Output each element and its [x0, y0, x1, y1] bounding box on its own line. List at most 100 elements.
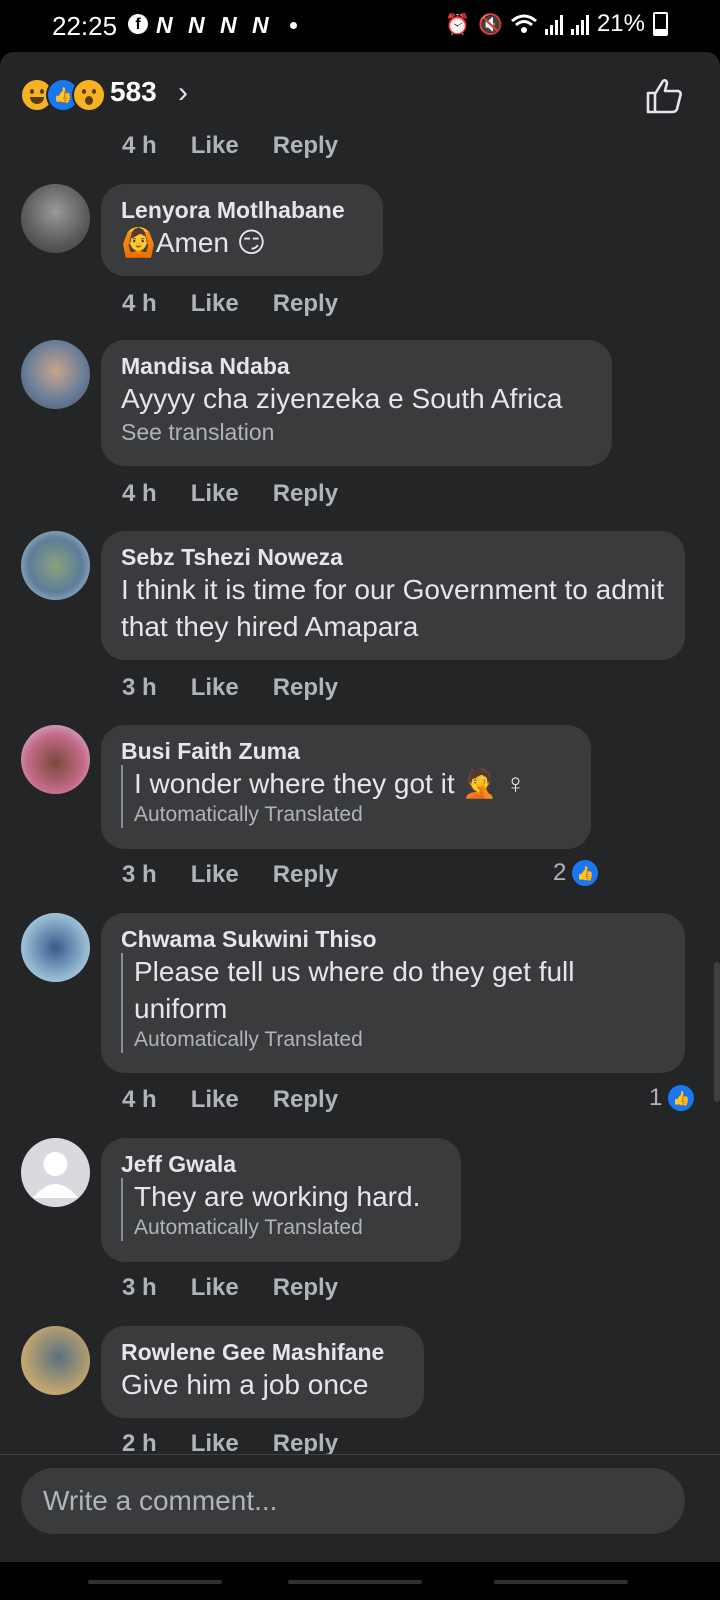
auto-translated-label: Automatically Translated — [134, 803, 363, 826]
like-action[interactable]: Like — [191, 132, 239, 160]
nav-recents-button[interactable] — [88, 1580, 222, 1584]
see-translation-link[interactable]: See translation — [121, 417, 592, 447]
comment-time: 4 h — [122, 290, 157, 317]
like-thumb-icon[interactable] — [644, 76, 684, 116]
like-count-number: 2 — [553, 859, 567, 886]
translated-quote: They are working hard. Automatically Tra… — [121, 1178, 441, 1241]
reply-action[interactable]: Reply — [273, 1274, 338, 1302]
notification-n-icon: N — [156, 12, 173, 38]
more-notifications-dot — [290, 22, 297, 29]
like-action[interactable]: Like — [191, 1274, 239, 1302]
like-reaction-icon: 👍 — [666, 1083, 697, 1113]
status-bar: 22:25 f N N N N ⏰ 🔇 21% — [0, 0, 720, 52]
comment-actions: 4 h Like Reply — [122, 1086, 338, 1114]
wifi-icon — [510, 14, 537, 33]
comment-time: 4 h — [122, 1086, 157, 1113]
wow-reaction-icon — [72, 78, 106, 112]
comment-actions: 4 h Like Reply — [122, 290, 338, 318]
mute-icon: 🔇 — [478, 13, 503, 36]
avatar[interactable] — [21, 531, 90, 600]
comment-text: Ayyyy cha ziyenzeka e South Africa — [121, 383, 563, 414]
comment-time: 4 h — [122, 480, 157, 507]
comment-bubble: Mandisa Ndaba Ayyyy cha ziyenzeka e Sout… — [101, 340, 612, 466]
comment-text: Please tell us where do they get full un… — [134, 956, 575, 1024]
comment-like-count[interactable]: 1 👍 — [649, 1083, 697, 1113]
signal-icon — [544, 15, 563, 35]
commenter-name[interactable]: Busi Faith Zuma — [121, 737, 571, 765]
status-right: ⏰ 🔇 21% — [445, 10, 668, 38]
comment-time: 3 h — [122, 674, 157, 701]
commenter-name[interactable]: Rowlene Gee Mashifane — [121, 1338, 404, 1366]
like-action[interactable]: Like — [191, 290, 239, 318]
comment-composer: Write a comment... — [0, 1454, 720, 1565]
like-action[interactable]: Like — [191, 480, 239, 508]
notification-n-icon: N — [220, 12, 237, 38]
reply-action[interactable]: Reply — [273, 132, 338, 160]
reply-action[interactable]: Reply — [273, 480, 338, 508]
comment-actions: 3 h Like Reply — [122, 1274, 338, 1302]
alarm-icon: ⏰ — [445, 13, 471, 36]
default-avatar-icon — [33, 1152, 78, 1198]
comment-bubble: Chwama Sukwini Thiso Please tell us wher… — [101, 913, 685, 1073]
comment-actions: 4 h Like Reply — [122, 480, 338, 508]
notification-n-icon: N — [252, 12, 269, 38]
notification-n-icon: N — [188, 12, 205, 38]
battery-icon — [653, 12, 668, 36]
reaction-icons: 👍 — [20, 78, 110, 112]
translated-quote: Please tell us where do they get full un… — [121, 953, 665, 1053]
comment-time: 3 h — [122, 861, 157, 888]
reply-action[interactable]: Reply — [273, 861, 338, 889]
like-action[interactable]: Like — [191, 861, 239, 889]
comment-actions: 3 h Like Reply — [122, 861, 338, 889]
chevron-right-icon[interactable]: › — [178, 76, 188, 110]
nav-back-button[interactable] — [494, 1580, 628, 1584]
commenter-name[interactable]: Sebz Tshezi Noweza — [121, 543, 665, 571]
auto-translated-label: Automatically Translated — [134, 1028, 363, 1051]
nav-home-button[interactable] — [288, 1580, 422, 1584]
comment-actions: 3 h Like Reply — [122, 674, 338, 702]
comment-like-count[interactable]: 2 👍 — [553, 858, 601, 888]
scrollbar[interactable] — [714, 962, 720, 1102]
comment-bubble: Rowlene Gee Mashifane Give him a job onc… — [101, 1326, 424, 1418]
signal-icon — [570, 15, 589, 35]
system-nav-bar — [0, 1562, 720, 1600]
commenter-name[interactable]: Mandisa Ndaba — [121, 352, 592, 380]
comment-bubble: Jeff Gwala They are working hard. Automa… — [101, 1138, 461, 1262]
comment-bubble: Busi Faith Zuma I wonder where they got … — [101, 725, 591, 849]
commenter-name[interactable]: Chwama Sukwini Thiso — [121, 925, 665, 953]
comment-time: 4 h — [122, 132, 157, 159]
avatar[interactable] — [21, 913, 90, 982]
comment-actions: 4 h Like Reply — [122, 132, 338, 160]
comment-text: I think it is time for our Government to… — [121, 574, 665, 642]
comment-text: Give him a job once — [121, 1369, 369, 1400]
reply-action[interactable]: Reply — [273, 1086, 338, 1114]
avatar[interactable] — [21, 340, 90, 409]
comment-bubble: Sebz Tshezi Noweza I think it is time fo… — [101, 531, 685, 660]
reaction-count[interactable]: 583 — [110, 76, 157, 108]
comment-text: 🙆Amen 😏 — [121, 227, 266, 258]
like-action[interactable]: Like — [191, 674, 239, 702]
comment-time: 3 h — [122, 1274, 157, 1301]
avatar[interactable] — [21, 184, 90, 253]
reply-action[interactable]: Reply — [273, 290, 338, 318]
comments-panel: 👍 583 › 4 h Like Reply Lenyora Motlhaban… — [0, 52, 720, 1562]
avatar[interactable] — [21, 1326, 90, 1395]
comment-input[interactable]: Write a comment... — [21, 1468, 685, 1534]
reply-action[interactable]: Reply — [273, 674, 338, 702]
comment-text: I wonder where they got it 🤦 ♀ — [134, 768, 527, 799]
status-time: 22:25 — [52, 11, 118, 41]
translated-quote: I wonder where they got it 🤦 ♀ Automatic… — [121, 765, 571, 828]
commenter-name[interactable]: Jeff Gwala — [121, 1150, 441, 1178]
auto-translated-label: Automatically Translated — [134, 1216, 363, 1239]
like-reaction-icon: 👍 — [570, 858, 601, 888]
like-action[interactable]: Like — [191, 1086, 239, 1114]
comment-bubble: Lenyora Motlhabane 🙆Amen 😏 — [101, 184, 383, 276]
reaction-summary[interactable]: 👍 583 › — [0, 52, 720, 136]
like-count-number: 1 — [649, 1084, 663, 1111]
facebook-notification-icon: f — [128, 14, 148, 34]
commenter-name[interactable]: Lenyora Motlhabane — [121, 196, 363, 224]
avatar[interactable] — [21, 1138, 90, 1207]
comment-text: They are working hard. — [134, 1181, 421, 1212]
avatar[interactable] — [21, 725, 90, 794]
battery-percent: 21% — [596, 10, 645, 37]
